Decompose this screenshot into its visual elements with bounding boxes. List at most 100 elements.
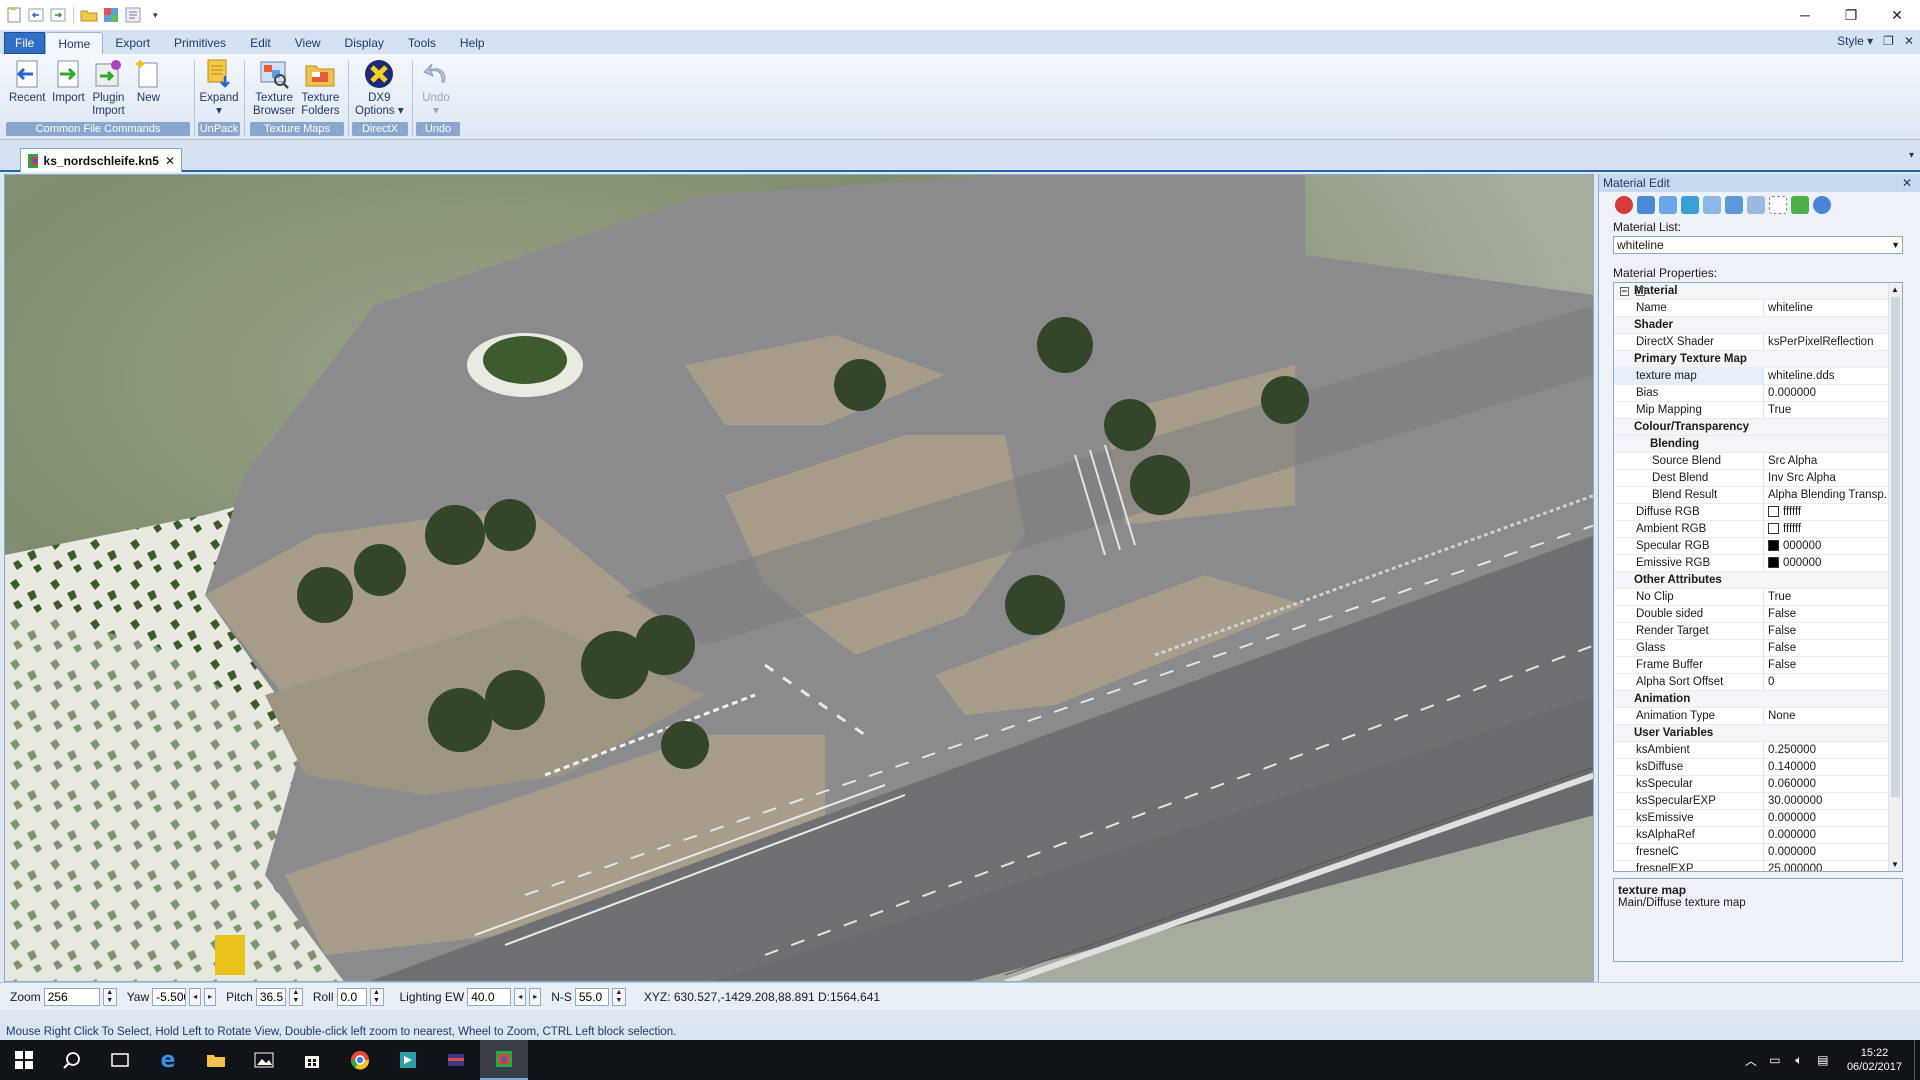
- zoom-spinner[interactable]: ▲ ▼: [102, 987, 117, 1006]
- property-value[interactable]: Inv Src Alpha: [1764, 470, 1902, 486]
- lighting-right-arrow[interactable]: ▸: [529, 987, 542, 1006]
- property-row[interactable]: Alpha Sort Offset 0: [1614, 674, 1902, 691]
- tab-view[interactable]: View: [283, 32, 333, 54]
- plugin-import-button[interactable]: Plugin Import: [88, 58, 128, 122]
- store-icon[interactable]: [288, 1040, 336, 1080]
- tab-home[interactable]: Home: [45, 32, 104, 54]
- network-icon[interactable]: ▭: [1763, 1040, 1787, 1080]
- tab-file[interactable]: File: [4, 32, 46, 54]
- property-row[interactable]: Source Blend Src Alpha: [1614, 453, 1902, 470]
- selection-icon[interactable]: [1769, 196, 1787, 214]
- property-value[interactable]: None: [1764, 708, 1902, 724]
- app-icon-flag[interactable]: [432, 1040, 480, 1080]
- delete-material-icon[interactable]: [1615, 196, 1633, 214]
- property-row[interactable]: Glass False: [1614, 640, 1902, 657]
- property-row[interactable]: ksAmbient 0.250000: [1614, 742, 1902, 759]
- tray-expand-icon[interactable]: ︿: [1739, 1040, 1763, 1080]
- help-icon[interactable]: [1813, 196, 1831, 214]
- pitch-input[interactable]: [255, 987, 286, 1006]
- property-value[interactable]: False: [1764, 640, 1902, 656]
- property-value[interactable]: 0.000000: [1764, 844, 1902, 860]
- material-list-select[interactable]: whiteline ▼: [1613, 236, 1903, 254]
- property-row[interactable]: ksDiffuse 0.140000: [1614, 759, 1902, 776]
- yaw-input[interactable]: [152, 987, 187, 1006]
- roll-spinner[interactable]: ▲ ▼: [369, 987, 384, 1006]
- property-row[interactable]: fresnelC 0.000000: [1614, 844, 1902, 861]
- new-button[interactable]: New: [128, 58, 168, 122]
- pitch-spinner[interactable]: ▲ ▼: [288, 987, 303, 1006]
- ribbon-close-icon[interactable]: ✕: [1904, 34, 1914, 48]
- tab-export[interactable]: Export: [103, 32, 162, 54]
- property-value[interactable]: Src Alpha: [1764, 453, 1902, 469]
- property-value[interactable]: whiteline: [1764, 300, 1902, 316]
- property-category[interactable]: − Colour/Transparency: [1614, 287, 1902, 436]
- property-value[interactable]: whiteline.dds...: [1764, 368, 1902, 384]
- windows-start-icon[interactable]: [0, 1040, 48, 1080]
- property-row[interactable]: Double sided False: [1614, 606, 1902, 623]
- property-value[interactable]: 30.000000: [1764, 793, 1902, 809]
- property-row[interactable]: Name whiteline: [1614, 300, 1902, 317]
- task-view-icon[interactable]: [96, 1040, 144, 1080]
- property-value[interactable]: True: [1764, 589, 1902, 605]
- property-category[interactable]: − Blending: [1614, 287, 1902, 453]
- lighting-ew-input[interactable]: [467, 987, 512, 1006]
- property-row[interactable]: No Clip True: [1614, 589, 1902, 606]
- tab-edit[interactable]: Edit: [238, 32, 283, 54]
- tab-display[interactable]: Display: [333, 32, 396, 54]
- yaw-left-arrow[interactable]: ◂: [189, 987, 202, 1006]
- properties-quick-icon[interactable]: [123, 5, 143, 25]
- undo-quick-icon[interactable]: [26, 5, 46, 25]
- property-value[interactable]: ksPerPixelReflection: [1764, 334, 1902, 350]
- property-row[interactable]: Emissive RGB 000000: [1614, 555, 1902, 572]
- tab-primitives[interactable]: Primitives: [162, 32, 238, 54]
- material-grid-icon[interactable]: [1725, 196, 1743, 214]
- document-tab[interactable]: ks_nordschleife.kn5 ✕: [20, 148, 182, 172]
- edge-browser-icon[interactable]: e: [144, 1040, 192, 1080]
- property-value[interactable]: ffffff: [1764, 504, 1902, 520]
- property-value[interactable]: False: [1764, 606, 1902, 622]
- new-doc-icon[interactable]: [4, 5, 24, 25]
- paste-material-icon[interactable]: [1703, 196, 1721, 214]
- texture-folders-button[interactable]: Texture Folders: [298, 58, 342, 122]
- apply-check-icon[interactable]: [1791, 196, 1809, 214]
- texture-browser-button[interactable]: Texture Browser: [250, 58, 298, 122]
- app-icon-blue[interactable]: [384, 1040, 432, 1080]
- close-window-button[interactable]: ✕: [1874, 0, 1920, 30]
- volume-icon[interactable]: 🔈︎: [1787, 1040, 1811, 1080]
- ribbon-restore-icon[interactable]: ❐: [1883, 34, 1894, 48]
- property-row[interactable]: texture mapwhiteline.dds...: [1614, 368, 1902, 385]
- property-row[interactable]: fresnelEXP 25.000000: [1614, 861, 1902, 871]
- ns-input[interactable]: [574, 987, 609, 1006]
- tab-tools[interactable]: Tools: [396, 32, 448, 54]
- tab-help[interactable]: Help: [448, 32, 497, 54]
- refresh-material-icon[interactable]: [1637, 196, 1655, 214]
- roll-input[interactable]: [336, 987, 367, 1006]
- qat-customize-dropdown[interactable]: ▾: [153, 10, 158, 21]
- 3d-viewport[interactable]: [4, 174, 1594, 982]
- property-row[interactable]: ksSpecularEXP 30.000000: [1614, 793, 1902, 810]
- copy-material-icon[interactable]: [1681, 196, 1699, 214]
- taskbar-clock[interactable]: 15:22 06/02/2017: [1847, 1046, 1902, 1074]
- property-row[interactable]: Specular RGB 000000: [1614, 538, 1902, 555]
- property-category[interactable]: − Animation: [1614, 287, 1902, 708]
- property-value[interactable]: 000000: [1764, 555, 1902, 571]
- show-desktop-button[interactable]: [1914, 1040, 1920, 1080]
- property-row[interactable]: ksSpecular 0.060000: [1614, 776, 1902, 793]
- property-value[interactable]: True: [1764, 402, 1902, 418]
- property-value[interactable]: 0.000000: [1764, 385, 1902, 401]
- file-explorer-icon[interactable]: [192, 1040, 240, 1080]
- document-tab-close-icon[interactable]: ✕: [165, 154, 175, 168]
- property-value[interactable]: 0.250000: [1764, 742, 1902, 758]
- undo-button[interactable]: Undo ▾: [416, 58, 456, 122]
- property-value[interactable]: 0.000000: [1764, 827, 1902, 843]
- property-row[interactable]: DirectX Shader ksPerPixelReflection: [1614, 334, 1902, 351]
- property-category[interactable]: − Material: [1614, 283, 1902, 300]
- import-button[interactable]: Import: [48, 58, 88, 122]
- photos-icon[interactable]: [240, 1040, 288, 1080]
- property-row[interactable]: Dest Blend Inv Src Alpha: [1614, 470, 1902, 487]
- property-category[interactable]: − Other Attributes: [1614, 287, 1902, 589]
- collapse-icon[interactable]: −: [1620, 287, 1629, 296]
- property-row[interactable]: Animation Type None: [1614, 708, 1902, 725]
- property-row[interactable]: ksAlphaRef 0.000000: [1614, 827, 1902, 844]
- property-value[interactable]: 0.060000: [1764, 776, 1902, 792]
